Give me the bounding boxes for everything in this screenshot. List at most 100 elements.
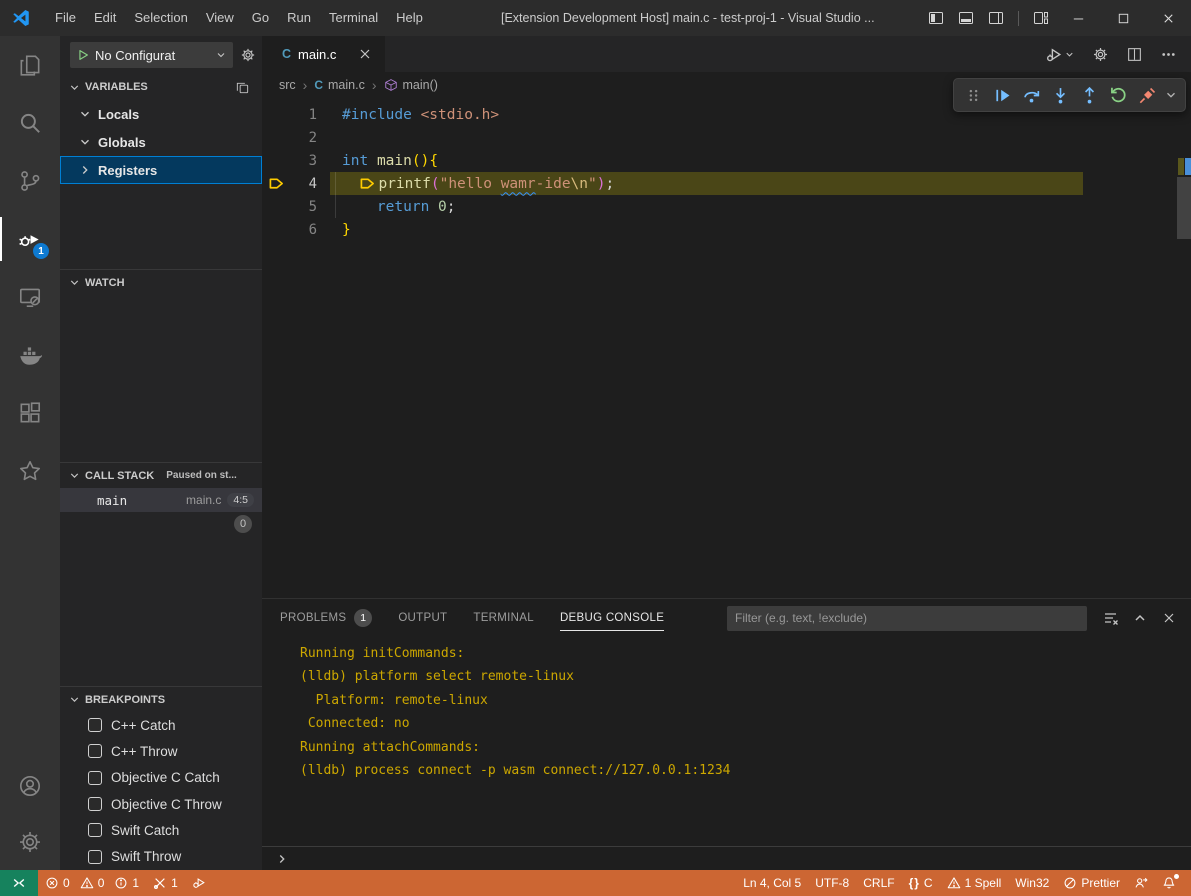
activity-run-and-debug[interactable]: 1 <box>0 210 60 268</box>
gutter[interactable]: 4 <box>262 176 330 192</box>
checkbox[interactable] <box>88 718 102 732</box>
split-editor-icon[interactable] <box>1126 46 1143 63</box>
activity-manage[interactable] <box>0 814 60 870</box>
variables-scope-locals[interactable]: Locals <box>60 100 262 128</box>
code-line-2: 2 <box>262 126 1191 149</box>
run-or-debug-button[interactable] <box>1046 46 1075 63</box>
variables-scope-globals[interactable]: Globals <box>60 128 262 156</box>
menu-terminal[interactable]: Terminal <box>320 0 387 36</box>
menu-run[interactable]: Run <box>278 0 320 36</box>
watch-section-header[interactable]: WATCH <box>60 269 262 295</box>
feedback-status[interactable] <box>1127 870 1155 896</box>
toggle-panel-button[interactable] <box>951 0 981 36</box>
callstack-section-header[interactable]: CALL STACK Paused on st... <box>60 462 262 488</box>
problems-status[interactable]: 0 0 1 <box>38 870 146 896</box>
step-out-button[interactable] <box>1075 81 1104 109</box>
error-count: 0 <box>63 876 70 890</box>
close-icon[interactable] <box>357 46 373 62</box>
activity-search[interactable] <box>0 94 60 152</box>
breadcrumb-folder[interactable]: src <box>279 78 296 92</box>
gutter[interactable]: 2 <box>262 130 330 146</box>
language-mode[interactable]: {} C <box>902 870 940 896</box>
frame-file: main.c <box>186 493 221 507</box>
panel-tab-problems[interactable]: PROBLEMS1 <box>280 599 372 637</box>
notifications-status[interactable] <box>1155 870 1183 896</box>
menu-edit[interactable]: Edit <box>85 0 125 36</box>
checkbox[interactable] <box>88 744 102 758</box>
checkbox[interactable] <box>88 797 102 811</box>
platform-status[interactable]: Win32 <box>1008 870 1056 896</box>
toggle-secondary-sidebar-button[interactable] <box>981 0 1011 36</box>
activity-docker[interactable] <box>0 326 60 384</box>
panel-tab-output[interactable]: OUTPUT <box>398 599 447 637</box>
c-file-icon: C <box>314 78 323 92</box>
breadcrumb-file[interactable]: main.c <box>328 78 365 92</box>
breakpoints-section-header[interactable]: BREAKPOINTS <box>60 686 262 712</box>
breakpoint-c-throw[interactable]: C++ Throw <box>60 738 262 764</box>
step-into-button[interactable] <box>1046 81 1075 109</box>
activity-source-control[interactable] <box>0 152 60 210</box>
console-filter-input[interactable] <box>727 606 1087 631</box>
clear-console-icon[interactable] <box>1103 610 1119 626</box>
tools-status[interactable]: 1 <box>146 870 185 896</box>
activity-explorer[interactable] <box>0 36 60 94</box>
gutter[interactable]: 1 <box>262 107 330 123</box>
variables-section-header[interactable]: VARIABLES <box>60 74 262 100</box>
breakpoint-swift-catch[interactable]: Swift Catch <box>60 817 262 843</box>
gutter[interactable]: 3 <box>262 153 330 169</box>
checkbox[interactable] <box>88 771 102 785</box>
checkbox[interactable] <box>88 850 102 864</box>
chevron-up-icon[interactable] <box>1132 610 1148 626</box>
toggle-primary-sidebar-button[interactable] <box>921 0 951 36</box>
debug-status[interactable] <box>185 870 213 896</box>
copy-icon[interactable] <box>235 80 250 95</box>
frame-name: main <box>97 493 127 508</box>
close-button[interactable] <box>1146 0 1191 36</box>
ellipsis-icon[interactable] <box>1160 46 1177 63</box>
menu-selection[interactable]: Selection <box>125 0 196 36</box>
variables-scope-registers[interactable]: Registers <box>60 156 262 184</box>
menu-file[interactable]: File <box>46 0 85 36</box>
callstack-thread-row[interactable]: 0 <box>60 512 262 536</box>
editor-scrollbar[interactable] <box>1177 177 1191 239</box>
debug-config-dropdown[interactable]: No Configurat <box>70 42 233 68</box>
gutter[interactable]: 6 <box>262 222 330 238</box>
menu-go[interactable]: Go <box>243 0 278 36</box>
callstack-frame[interactable]: mainmain.c4:5 <box>60 488 262 512</box>
maximize-button[interactable] <box>1101 0 1146 36</box>
continue-button[interactable] <box>988 81 1017 109</box>
formatter-status[interactable]: Prettier <box>1056 870 1127 896</box>
checkbox[interactable] <box>88 823 102 837</box>
breakpoint-swift-throw[interactable]: Swift Throw <box>60 843 262 869</box>
activity-extensions[interactable] <box>0 384 60 442</box>
menu-view[interactable]: View <box>197 0 243 36</box>
breakpoint-c-catch[interactable]: C++ Catch <box>60 712 262 738</box>
tab-main-c[interactable]: C main.c <box>262 36 385 72</box>
activity-accounts[interactable] <box>0 758 60 814</box>
gear-icon[interactable] <box>1092 46 1109 63</box>
eol-status[interactable]: CRLF <box>856 870 901 896</box>
drag-handle-button[interactable] <box>959 81 988 109</box>
gutter[interactable]: 5 <box>262 199 330 215</box>
cursor-position[interactable]: Ln 4, Col 5 <box>736 870 808 896</box>
gear-icon[interactable] <box>240 47 256 63</box>
debug-console-input[interactable] <box>262 846 1191 870</box>
disconnect-button[interactable] <box>1133 81 1162 109</box>
code-editor[interactable]: 1#include <stdio.h>23int main(){4 printf… <box>262 98 1191 598</box>
remote-indicator[interactable] <box>0 870 38 896</box>
breadcrumb-symbol[interactable]: main() <box>403 78 438 92</box>
panel-tab-terminal[interactable]: TERMINAL <box>473 599 534 637</box>
restart-button[interactable] <box>1104 81 1133 109</box>
menu-help[interactable]: Help <box>387 0 432 36</box>
minimize-button[interactable] <box>1056 0 1101 36</box>
step-over-button[interactable] <box>1017 81 1046 109</box>
customize-layout-button[interactable] <box>1026 0 1056 36</box>
encoding-status[interactable]: UTF-8 <box>808 870 856 896</box>
close-icon[interactable] <box>1161 610 1177 626</box>
activity-remote-explorer[interactable] <box>0 268 60 326</box>
spell-status[interactable]: 1 Spell <box>940 870 1009 896</box>
activity-wamr-ide[interactable] <box>0 442 60 500</box>
panel-tab-debug-console[interactable]: DEBUG CONSOLE <box>560 599 664 637</box>
breakpoint-objective-c-catch[interactable]: Objective C Catch <box>60 765 262 791</box>
breakpoint-objective-c-throw[interactable]: Objective C Throw <box>60 791 262 817</box>
